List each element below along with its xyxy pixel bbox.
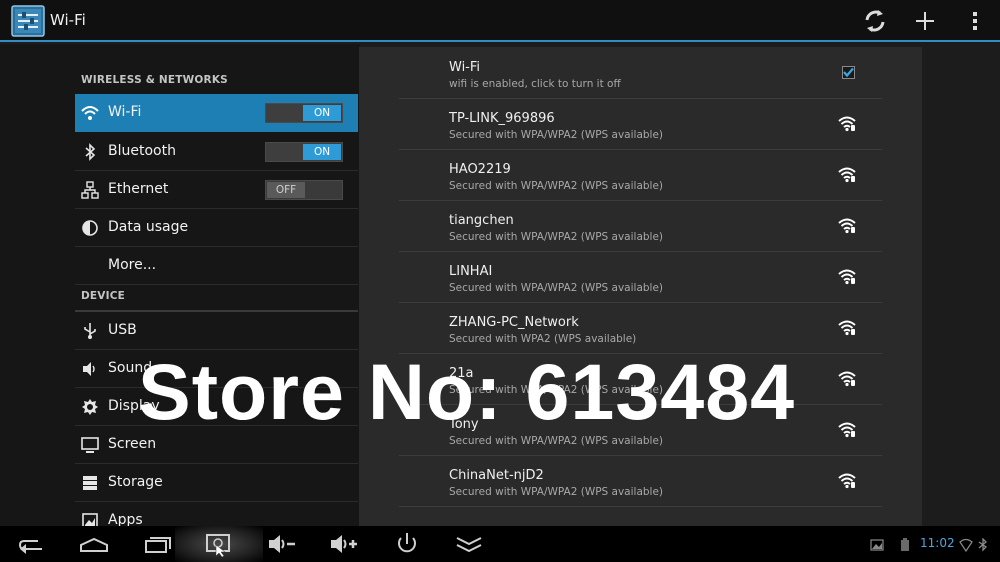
toggle-state: OFF [267,182,305,198]
recent-apps-icon[interactable] [142,531,172,557]
battery-icon [898,537,912,551]
wifi-network-security: Secured with WPA/WPA2 (WPS available) [449,129,664,141]
wifi-signal-locked-icon [838,167,856,183]
wifi-network-row[interactable]: ChinaNet-njD2 Secured with WPA/WPA2 (WPS … [399,456,882,507]
screenshot-icon[interactable] [204,531,234,558]
wifi-signal-locked-icon [838,116,856,132]
settings-item-apps[interactable]: Apps [75,502,358,526]
page-title: Wi-Fi [50,11,86,29]
settings-item-usb[interactable]: USB [75,312,358,350]
wifi-signal-status-icon [959,537,973,553]
wifi-network-name: LINHAI [449,264,493,279]
volume-up-icon[interactable] [329,531,359,557]
settings-item-label: Ethernet [108,181,169,197]
wifi-network-list: Wi-Fi wifi is enabled, click to turn it … [359,47,922,526]
screen-icon [81,436,99,454]
wifi-network-name: tiangchen [449,213,514,228]
plus-icon[interactable] [912,8,938,34]
settings-item-bluetooth[interactable]: Bluetooth ON [75,133,358,171]
wifi-toggle-row[interactable]: Wi-Fi wifi is enabled, click to turn it … [399,48,882,99]
toggle-state: ON [303,105,341,121]
wifi-toggle[interactable]: ON [265,103,343,123]
settings-list: WIRELESS & NETWORKS Wi-Fi ON Bluetooth O… [0,44,360,526]
wifi-header-title: Wi-Fi [449,60,481,75]
wifi-network-name: TP-LINK_969896 [449,111,555,126]
collapse-icon[interactable] [454,531,484,557]
wifi-network-name: ZHANG-PC_Network [449,315,579,330]
wifi-network-security: Secured with WPA/WPA2 (WPS available) [449,282,664,294]
settings-item-wifi[interactable]: Wi-Fi ON [75,94,358,132]
wifi-network-security: Secured with WPA2 (WPS available) [449,333,637,345]
status-clock: 11:02 [920,536,955,550]
bluetooth-toggle[interactable]: ON [265,142,343,162]
wifi-signal-locked-icon [838,422,856,438]
speaker-icon [81,360,99,378]
wifi-network-row[interactable]: tiangchen Secured with WPA/WPA2 (WPS avai… [399,201,882,252]
apps-icon [81,512,99,526]
wifi-icon [81,104,99,122]
settings-item-more[interactable]: More... [75,247,358,285]
wifi-signal-locked-icon [838,218,856,234]
image-notification-icon[interactable] [870,537,884,551]
wifi-enabled-checkbox[interactable] [842,66,855,79]
wifi-network-security: Secured with WPA/WPA2 (WPS available) [449,180,664,192]
ethernet-icon [81,181,99,199]
settings-item-data-usage[interactable]: Data usage [75,209,358,247]
store-watermark: Store No: 613484 [138,347,796,436]
settings-item-label: Bluetooth [108,143,176,159]
wifi-signal-locked-icon [838,320,856,336]
bluetooth-status-icon [976,537,990,552]
wifi-signal-locked-icon [838,371,856,387]
toggle-state: ON [303,144,341,160]
wifi-network-row[interactable]: LINHAI Secured with WPA/WPA2 (WPS availab… [399,252,882,303]
settings-item-ethernet[interactable]: Ethernet OFF [75,171,358,209]
overflow-menu-icon[interactable] [962,8,988,34]
wifi-header-subtitle: wifi is enabled, click to turn it off [449,78,621,90]
settings-icon[interactable] [11,5,45,37]
settings-item-label: Wi-Fi [108,104,142,120]
refresh-icon[interactable] [862,8,888,34]
settings-item-label: USB [108,322,137,338]
system-nav-bar: 11:02 [0,526,1000,562]
storage-icon [81,474,99,492]
data-usage-icon [81,219,99,237]
home-icon[interactable] [79,531,109,557]
wifi-network-name: HAO2219 [449,162,511,177]
wifi-network-row[interactable]: HAO2219 Secured with WPA/WPA2 (WPS availa… [399,150,882,201]
section-header-device: DEVICE [75,290,358,312]
wifi-signal-locked-icon [838,269,856,285]
brightness-icon [81,398,99,416]
usb-icon [81,322,99,340]
bluetooth-icon [81,143,99,161]
settings-item-label: Data usage [108,219,189,235]
ethernet-toggle[interactable]: OFF [265,180,343,200]
wifi-network-security: Secured with WPA/WPA2 (WPS available) [449,231,664,243]
wifi-signal-locked-icon [838,473,856,489]
section-header-wireless: WIRELESS & NETWORKS [75,74,358,96]
settings-item-label: Apps [108,512,143,526]
volume-down-icon[interactable] [267,531,297,557]
wifi-network-row[interactable]: TP-LINK_969896 Secured with WPA/WPA2 (WPS… [399,99,882,150]
action-bar: Wi-Fi [0,0,1000,42]
wifi-network-name: ChinaNet-njD2 [449,468,544,483]
settings-item-storage[interactable]: Storage [75,464,358,502]
settings-item-label: Screen [108,436,157,452]
back-icon[interactable] [16,531,46,557]
wifi-network-security: Secured with WPA/WPA2 (WPS available) [449,486,664,498]
power-icon[interactable] [392,531,422,557]
settings-item-label: Storage [108,474,163,490]
settings-item-label: More... [108,257,157,273]
